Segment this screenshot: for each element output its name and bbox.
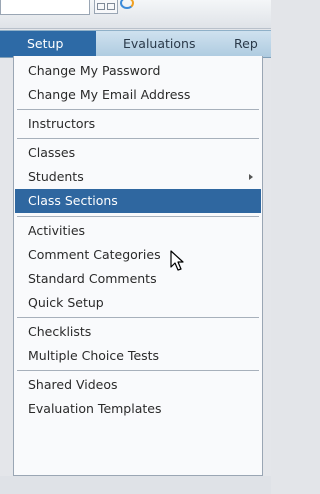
menu-tab-evaluations[interactable]: Evaluations [96,31,209,57]
screen: Setup Evaluations Rep Change My Password… [0,0,271,494]
menu-item-activities[interactable]: Activities [15,219,261,243]
browser-toolbar [0,0,271,29]
page-background [0,476,271,494]
main-menubar: Setup Evaluations Rep [0,30,271,58]
menu-item-students[interactable]: Students [15,165,261,189]
menu-item-multiple-choice-tests[interactable]: Multiple Choice Tests [15,344,261,368]
menu-item-standard-comments[interactable]: Standard Comments [15,267,261,291]
menu-item-change-password[interactable]: Change My Password [15,59,261,83]
chevron-right-icon [249,174,253,180]
compatibility-view-button[interactable] [94,0,118,14]
menu-separator [17,109,259,110]
menu-separator [17,370,259,371]
menu-item-change-email[interactable]: Change My Email Address [15,83,261,107]
menu-item-checklists[interactable]: Checklists [15,320,261,344]
setup-dropdown-menu: Change My Password Change My Email Addre… [13,56,263,476]
menu-item-class-sections[interactable]: Class Sections [15,189,261,213]
ie-icon [120,0,134,9]
address-field[interactable] [0,0,90,15]
menu-separator [17,216,259,217]
menu-item-comment-categories[interactable]: Comment Categories [15,243,261,267]
page-icon [107,3,115,10]
menu-item-quick-setup[interactable]: Quick Setup [15,291,261,315]
menu-item-shared-videos[interactable]: Shared Videos [15,373,261,397]
menu-separator [17,138,259,139]
menu-separator [17,317,259,318]
menu-item-classes[interactable]: Classes [15,141,261,165]
pointer-cursor-icon [170,250,184,271]
menu-item-instructors[interactable]: Instructors [15,112,261,136]
page-icon [97,3,105,10]
menu-tab-reports[interactable]: Rep [209,31,258,57]
menu-item-label: Students [28,169,84,184]
menu-tab-setup[interactable]: Setup [0,31,96,57]
menu-item-evaluation-templates[interactable]: Evaluation Templates [15,397,261,421]
